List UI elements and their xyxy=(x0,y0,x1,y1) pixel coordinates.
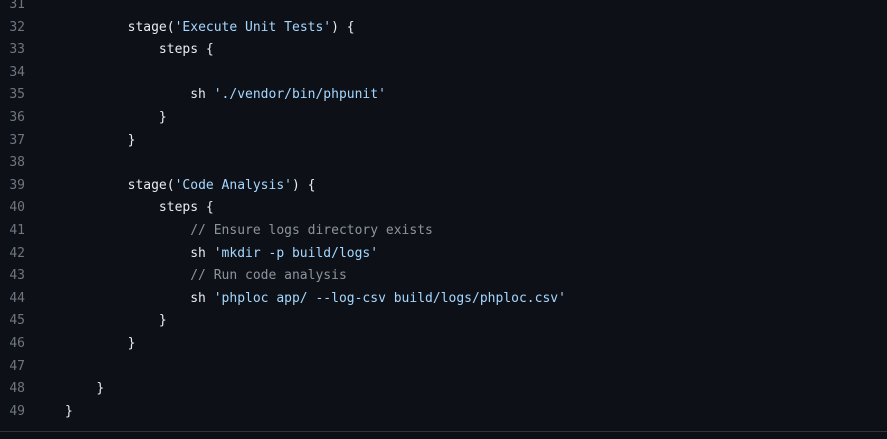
code-line: 31 xyxy=(0,0,887,17)
string-token: 'mkdir -p build/logs' xyxy=(213,245,379,261)
line-content xyxy=(25,356,65,379)
line-content xyxy=(25,62,65,85)
code-token: ) { xyxy=(331,19,355,35)
line-number[interactable]: 47 xyxy=(0,356,25,379)
code-token: ) { xyxy=(292,177,316,193)
line-number[interactable]: 41 xyxy=(0,220,25,243)
code-line: 46 } xyxy=(0,333,887,356)
code-token: } xyxy=(96,381,105,397)
line-content: } xyxy=(25,401,73,424)
code-token: } xyxy=(127,132,136,148)
line-number[interactable]: 38 xyxy=(0,152,25,175)
code-line: 44 sh 'phploc app/ --log-csv build/logs/… xyxy=(0,288,887,311)
line-content: } xyxy=(25,130,136,153)
line-number[interactable]: 49 xyxy=(0,401,25,424)
code-view-bottom-border xyxy=(0,431,887,432)
line-number[interactable]: 46 xyxy=(0,333,25,356)
code-line: 49} xyxy=(0,401,887,424)
code-line: 43 // Run code analysis xyxy=(0,265,887,288)
code-line: 33 steps { xyxy=(0,39,887,62)
code-token: sh xyxy=(190,87,214,103)
code-token: steps { xyxy=(158,42,214,58)
line-content: sh './vendor/bin/phpunit' xyxy=(25,84,386,107)
code-line: 41 // Ensure logs directory exists xyxy=(0,220,887,243)
string-token: 'phploc app/ --log-csv build/logs/phploc… xyxy=(213,290,566,306)
string-token: 'Execute Unit Tests' xyxy=(174,19,332,35)
code-token: stage( xyxy=(127,177,175,193)
code-line: 38 xyxy=(0,152,887,175)
code-token: steps { xyxy=(158,200,214,216)
line-content xyxy=(25,0,65,17)
line-content: } xyxy=(25,333,136,356)
line-number[interactable]: 32 xyxy=(0,17,25,40)
code-line: 47 xyxy=(0,356,887,379)
line-content: sh 'phploc app/ --log-csv build/logs/php… xyxy=(25,288,566,311)
code-view: 31 32 stage('Execute Unit Tests') {33 ste… xyxy=(0,0,887,423)
code-line: 39 stage('Code Analysis') { xyxy=(0,175,887,198)
line-content: // Run code analysis xyxy=(25,265,347,288)
line-number[interactable]: 37 xyxy=(0,130,25,153)
comment-token: // Ensure logs directory exists xyxy=(190,222,433,238)
line-content: steps { xyxy=(25,197,214,220)
code-line: 34 xyxy=(0,62,887,85)
line-number[interactable]: 36 xyxy=(0,107,25,130)
line-content: stage('Execute Unit Tests') { xyxy=(25,17,355,40)
line-number[interactable]: 33 xyxy=(0,39,25,62)
code-line: 35 sh './vendor/bin/phpunit' xyxy=(0,84,887,107)
line-content: steps { xyxy=(25,39,214,62)
code-token: stage( xyxy=(127,19,175,35)
line-number[interactable]: 39 xyxy=(0,175,25,198)
line-number[interactable]: 44 xyxy=(0,288,25,311)
line-content: } xyxy=(25,107,167,130)
code-token: sh xyxy=(190,245,214,261)
line-number[interactable]: 45 xyxy=(0,310,25,333)
line-number[interactable]: 42 xyxy=(0,243,25,266)
line-content xyxy=(25,152,65,175)
line-number[interactable]: 40 xyxy=(0,197,25,220)
string-token: './vendor/bin/phpunit' xyxy=(213,87,386,103)
line-content: stage('Code Analysis') { xyxy=(25,175,316,198)
code-line: 45 } xyxy=(0,310,887,333)
line-number[interactable]: 35 xyxy=(0,84,25,107)
code-token: } xyxy=(65,403,73,419)
code-line: 40 steps { xyxy=(0,197,887,220)
code-token: } xyxy=(158,109,167,125)
line-number[interactable]: 31 xyxy=(0,0,25,17)
line-number[interactable]: 34 xyxy=(0,62,25,85)
comment-token: // Run code analysis xyxy=(190,268,347,284)
line-content: } xyxy=(25,310,167,333)
line-number[interactable]: 43 xyxy=(0,265,25,288)
code-line: 32 stage('Execute Unit Tests') { xyxy=(0,17,887,40)
code-token: } xyxy=(127,335,136,351)
string-token: 'Code Analysis' xyxy=(174,177,292,193)
line-content: } xyxy=(25,378,104,401)
line-number[interactable]: 48 xyxy=(0,378,25,401)
code-line: 37 } xyxy=(0,130,887,153)
code-token: sh xyxy=(190,290,214,306)
line-content: // Ensure logs directory exists xyxy=(25,220,433,243)
line-content: sh 'mkdir -p build/logs' xyxy=(25,243,378,266)
code-line: 42 sh 'mkdir -p build/logs' xyxy=(0,243,887,266)
code-line: 48 } xyxy=(0,378,887,401)
code-line: 36 } xyxy=(0,107,887,130)
code-token: } xyxy=(158,313,167,329)
